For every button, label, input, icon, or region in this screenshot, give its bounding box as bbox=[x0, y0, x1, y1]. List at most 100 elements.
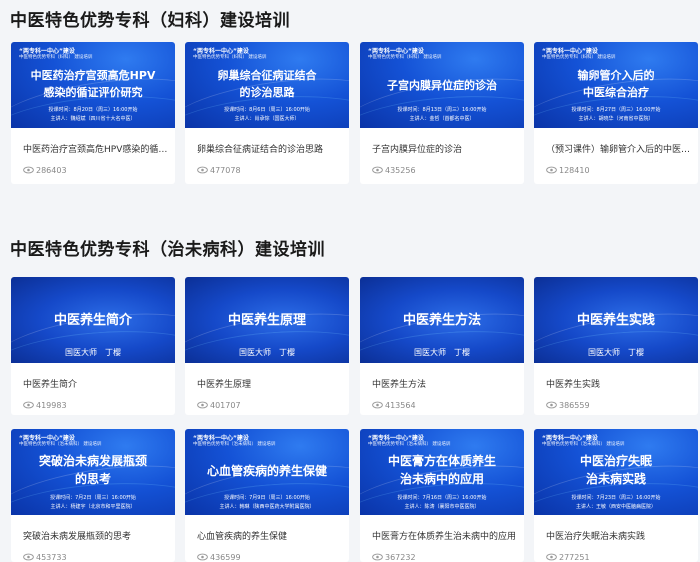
view-count: 453733 bbox=[23, 553, 67, 562]
banner-time: 授课时间：7月23日（周三）16:00开始 bbox=[571, 495, 661, 501]
banner-title-line: 中医药治疗宫颈高危HPV bbox=[30, 69, 156, 82]
course-card[interactable]: “两专科一中心”建设 中医特色优势专科（妇科） 建设培训 中医药治疗宫颈高危HP… bbox=[11, 42, 175, 184]
eye-icon bbox=[23, 553, 34, 561]
course-card[interactable]: 中医养生实践 国医大师 丁樱 中医养生实践 386559 bbox=[534, 277, 698, 415]
course-title[interactable]: 突破治未病发展瓶颈的思考 bbox=[23, 529, 171, 542]
banner-title: 中医养生简介 bbox=[53, 313, 132, 328]
banner-title-line: 心血管疾病的养生保健 bbox=[206, 464, 327, 478]
eye-icon bbox=[372, 401, 383, 409]
eye-icon bbox=[372, 166, 383, 174]
banner-title-line: 中医治疗失眠 bbox=[579, 454, 652, 468]
course-thumbnail: 中医养生实践 国医大师 丁樱 bbox=[534, 277, 698, 363]
banner-speaker: 主讲人：胡晓华（河南省中医院） bbox=[578, 116, 654, 122]
course-title[interactable]: 中医治疗失眠治未病实践 bbox=[546, 529, 694, 542]
view-count-value: 128410 bbox=[559, 166, 590, 175]
course-card[interactable]: 中医养生原理 国医大师 丁樱 中医养生原理 401707 bbox=[185, 277, 349, 415]
banner-title-line: 子宫内膜异位症的诊治 bbox=[387, 79, 497, 92]
banner-title-line: 中医综合治疗 bbox=[583, 86, 649, 99]
course-card[interactable]: 中医养生方法 国医大师 丁樱 中医养生方法 413564 bbox=[360, 277, 524, 415]
course-thumbnail: “两专科一中心”建设 中医特色优势专科（治未病科） 建设培训 心血管疾病的养生保… bbox=[185, 429, 349, 515]
banner-teacher: 国医大师 丁樱 bbox=[239, 348, 295, 357]
course-thumbnail: “两专科一中心”建设 中医特色优势专科（治未病科） 建设培训 突破治未病发展瓶颈… bbox=[11, 429, 175, 515]
eye-icon bbox=[23, 401, 34, 409]
view-count-value: 286403 bbox=[36, 166, 67, 175]
banner-subtitle: 中医特色优势专科（治未病科） 建设培训 bbox=[193, 442, 276, 447]
course-title[interactable]: （预习课件）输卵管介入后的中医综合治疗 bbox=[546, 142, 694, 155]
banner-subtitle: 中医特色优势专科（治未病科） 建设培训 bbox=[542, 442, 625, 447]
view-count-value: 477078 bbox=[210, 166, 241, 175]
view-count: 436599 bbox=[197, 553, 241, 562]
banner-speaker: 主讲人：魏绍斌（四川省十大名中医） bbox=[50, 116, 136, 122]
eye-icon bbox=[197, 401, 208, 409]
banner-time: 授课时间：7月2日（周三）16:00开始 bbox=[50, 495, 136, 501]
view-count-value: 386559 bbox=[559, 401, 590, 410]
section-title-gynecology: 中医特色优势专科（妇科）建设培训 bbox=[10, 11, 290, 31]
course-thumbnail: 中医养生原理 国医大师 丁樱 bbox=[185, 277, 349, 363]
course-thumbnail: “两专科一中心”建设 中医特色优势专科（妇科） 建设培训 卵巢综合征病证结合 的… bbox=[185, 42, 349, 128]
course-title[interactable]: 中医养生方法 bbox=[372, 377, 520, 390]
eye-icon bbox=[372, 553, 383, 561]
banner-subtitle: 中医特色优势专科（治未病科） 建设培训 bbox=[19, 442, 102, 447]
banner-time: 授课时间：8月27日（周三）16:00开始 bbox=[571, 107, 661, 113]
eye-icon bbox=[197, 553, 208, 561]
view-count-value: 436599 bbox=[210, 553, 241, 562]
course-title[interactable]: 心血管疾病的养生保健 bbox=[197, 529, 345, 542]
banner-title: 中医养生原理 bbox=[227, 313, 306, 328]
banner-speaker: 主讲人：韩琳（陕西中医药大学附属医院） bbox=[219, 504, 315, 510]
banner-title-line: 治未病中的应用 bbox=[399, 472, 484, 486]
course-card[interactable]: 中医养生简介 国医大师 丁樱 中医养生简介 419983 bbox=[11, 277, 175, 415]
banner-teacher: 国医大师 丁樱 bbox=[414, 348, 470, 357]
banner-title-line: 感染的循证评价研究 bbox=[43, 86, 143, 99]
course-title[interactable]: 中医养生实践 bbox=[546, 377, 694, 390]
view-count: 435256 bbox=[372, 166, 416, 175]
course-title[interactable]: 中医养生原理 bbox=[197, 377, 345, 390]
course-card[interactable]: “两专科一中心”建设 中医特色优势专科（妇科） 建设培训 输卵管介入后的 中医综… bbox=[534, 42, 698, 184]
banner-title-line: 突破治未病发展瓶颈 bbox=[38, 454, 147, 468]
banner-speaker: 主讲人：金哲（首都名中医） bbox=[409, 116, 475, 122]
banner-title: 中医养生方法 bbox=[402, 313, 481, 328]
view-count-value: 277251 bbox=[559, 553, 590, 562]
course-title[interactable]: 卵巢综合征病证结合的诊治思路 bbox=[197, 142, 345, 155]
banner-subtitle: 中医特色优势专科（妇科） 建设培训 bbox=[19, 55, 93, 60]
view-count: 386559 bbox=[546, 401, 590, 410]
course-card[interactable]: “两专科一中心”建设 中医特色优势专科（治未病科） 建设培训 中医膏方在体质养生… bbox=[360, 429, 524, 562]
course-thumbnail: “两专科一中心”建设 中医特色优势专科（妇科） 建设培训 子宫内膜异位症的诊治 … bbox=[360, 42, 524, 128]
view-count: 401707 bbox=[197, 401, 241, 410]
course-card[interactable]: “两专科一中心”建设 中医特色优势专科（治未病科） 建设培训 心血管疾病的养生保… bbox=[185, 429, 349, 562]
course-title[interactable]: 中医药治疗宫颈高危HPV感染的循证评价研究 bbox=[23, 142, 171, 155]
eye-icon bbox=[197, 166, 208, 174]
course-thumbnail: “两专科一中心”建设 中医特色优势专科（妇科） 建设培训 中医药治疗宫颈高危HP… bbox=[11, 42, 175, 128]
banner-speaker: 主讲人：杨建宇（北京市和平里医院） bbox=[50, 504, 136, 510]
course-card[interactable]: “两专科一中心”建设 中医特色优势专科（治未病科） 建设培训 中医治疗失眠 治未… bbox=[534, 429, 698, 562]
view-count-value: 367232 bbox=[385, 553, 416, 562]
banner-title-line: 输卵管介入后的 bbox=[577, 69, 655, 82]
view-count: 413564 bbox=[372, 401, 416, 410]
eye-icon bbox=[546, 401, 557, 409]
course-thumbnail: “两专科一中心”建设 中医特色优势专科（治未病科） 建设培训 中医膏方在体质养生… bbox=[360, 429, 524, 515]
banner-title: 中医养生实践 bbox=[576, 313, 655, 328]
banner-teacher: 国医大师 丁樱 bbox=[588, 348, 644, 357]
course-card[interactable]: “两专科一中心”建设 中医特色优势专科（治未病科） 建设培训 突破治未病发展瓶颈… bbox=[11, 429, 175, 562]
view-count-value: 453733 bbox=[36, 553, 67, 562]
banner-title-line: 中医膏方在体质养生 bbox=[387, 454, 496, 468]
banner-time: 授课时间：7月9日（周三）16:00开始 bbox=[224, 495, 310, 501]
course-thumbnail: 中医养生方法 国医大师 丁樱 bbox=[360, 277, 524, 363]
view-count: 419983 bbox=[23, 401, 67, 410]
course-card[interactable]: “两专科一中心”建设 中医特色优势专科（妇科） 建设培训 子宫内膜异位症的诊治 … bbox=[360, 42, 524, 184]
banner-speaker: 主讲人：王敏（西安中医脑病医院） bbox=[575, 504, 656, 510]
banner-speaker: 主讲人：陈涛（襄阳市中医医院） bbox=[404, 504, 480, 510]
view-count: 367232 bbox=[372, 553, 416, 562]
banner-subtitle: 中医特色优势专科（妇科） 建设培训 bbox=[368, 55, 442, 60]
banner-title-line: 的诊治思路 bbox=[239, 86, 295, 99]
banner-subtitle: 中医特色优势专科（治未病科） 建设培训 bbox=[368, 442, 451, 447]
banner-subtitle: 中医特色优势专科（妇科） 建设培训 bbox=[542, 55, 616, 60]
course-card[interactable]: “两专科一中心”建设 中医特色优势专科（妇科） 建设培训 卵巢综合征病证结合 的… bbox=[185, 42, 349, 184]
course-title[interactable]: 子宫内膜异位症的诊治 bbox=[372, 142, 520, 155]
view-count-value: 401707 bbox=[210, 401, 241, 410]
banner-time: 授课时间：8月13日（周三）16:00开始 bbox=[397, 107, 487, 113]
course-title[interactable]: 中医养生简介 bbox=[23, 377, 171, 390]
course-thumbnail: “两专科一中心”建设 中医特色优势专科（妇科） 建设培训 输卵管介入后的 中医综… bbox=[534, 42, 698, 128]
view-count: 128410 bbox=[546, 166, 590, 175]
course-title[interactable]: 中医膏方在体质养生治未病中的应用 bbox=[372, 529, 520, 542]
banner-subtitle: 中医特色优势专科（妇科） 建设培训 bbox=[193, 55, 267, 60]
